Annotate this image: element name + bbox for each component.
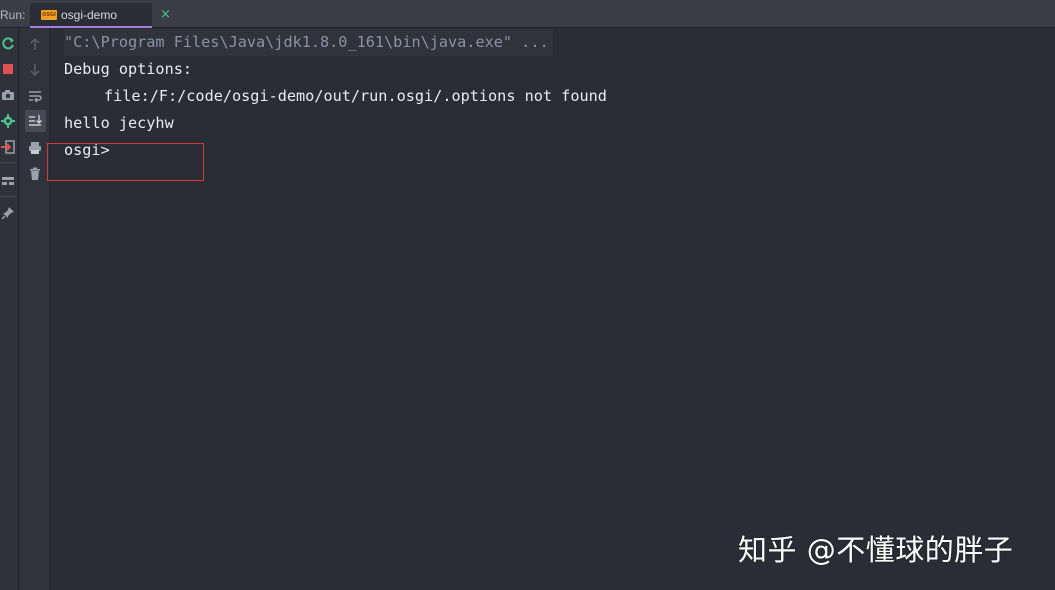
highlight-box bbox=[47, 143, 204, 181]
watermark: 知乎 @不懂球的胖子 bbox=[738, 533, 1014, 567]
run-tool-window: Run: OSGI osgi-demo × "C:\Program Files\… bbox=[0, 0, 1055, 590]
debug-gear-icon[interactable] bbox=[0, 113, 16, 129]
run-label: Run: bbox=[0, 8, 26, 22]
console-line-output: hello jecyhw bbox=[64, 114, 174, 132]
pin-icon[interactable] bbox=[0, 205, 16, 221]
console-output[interactable]: "C:\Program Files\Java\jdk1.8.0_161\bin\… bbox=[50, 28, 1055, 590]
run-side-toolbar bbox=[0, 28, 19, 590]
console-line-debug-options: Debug options: bbox=[64, 60, 193, 78]
scroll-to-end-icon[interactable] bbox=[27, 113, 43, 129]
tab-osgi-demo[interactable]: OSGI osgi-demo × bbox=[30, 3, 171, 28]
rerun-icon[interactable] bbox=[0, 36, 16, 52]
soft-wrap-icon[interactable] bbox=[27, 88, 43, 104]
console-line-command: "C:\Program Files\Java\jdk1.8.0_161\bin\… bbox=[64, 29, 553, 56]
run-tab-bar: Run: OSGI osgi-demo × bbox=[0, 0, 1055, 28]
up-arrow-icon[interactable] bbox=[27, 36, 43, 52]
layout-icon[interactable] bbox=[0, 173, 16, 189]
camera-icon[interactable] bbox=[0, 87, 16, 103]
down-arrow-icon[interactable] bbox=[27, 62, 43, 78]
print-icon[interactable] bbox=[27, 140, 43, 156]
osgi-icon: OSGI bbox=[41, 10, 57, 20]
close-icon[interactable]: × bbox=[160, 7, 171, 22]
trash-icon[interactable] bbox=[27, 166, 43, 182]
console-line-options-path: file:/F:/code/osgi-demo/out/run.osgi/.op… bbox=[104, 87, 607, 105]
tab-label: osgi-demo bbox=[61, 8, 118, 22]
console-toolbar bbox=[20, 28, 50, 590]
stop-icon[interactable] bbox=[0, 61, 16, 77]
exit-icon[interactable] bbox=[0, 139, 16, 155]
